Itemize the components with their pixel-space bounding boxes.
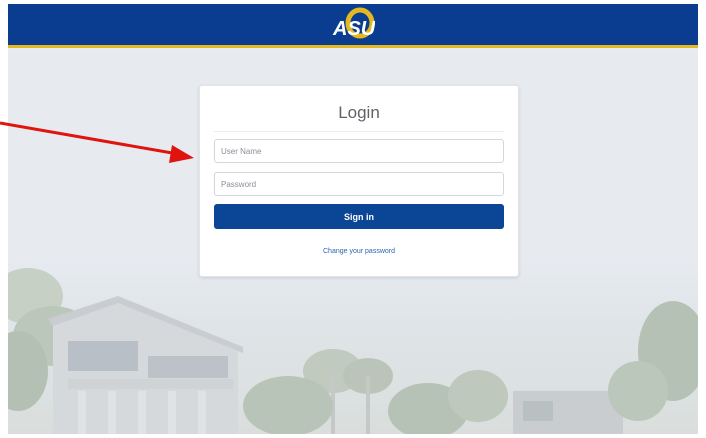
red-arrow-icon xyxy=(0,121,194,163)
